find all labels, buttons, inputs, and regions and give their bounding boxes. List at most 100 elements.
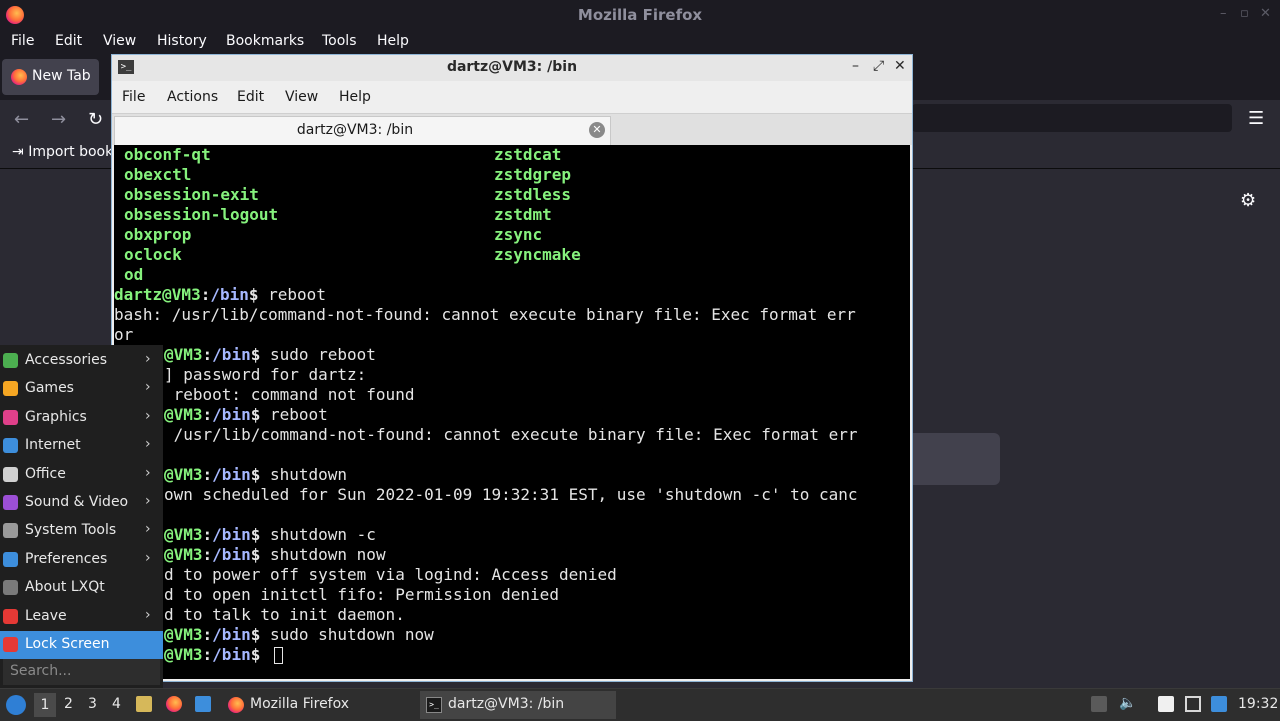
tray-arrow-icon[interactable] [1091, 696, 1107, 712]
menu-item-lock-screen[interactable]: Lock Screen [0, 631, 163, 659]
firefox-menubar: File Edit View History Bookmarks Tools H… [0, 30, 1280, 54]
close-icon[interactable]: ✕ [894, 58, 906, 74]
terminal-menu-help[interactable]: Help [339, 89, 371, 105]
close-tab-icon[interactable]: ✕ [589, 122, 605, 138]
sound-video-icon [3, 495, 18, 510]
menu-item-office[interactable]: Office › [0, 461, 163, 489]
menu-item-label: Accessories [25, 352, 108, 368]
terminal-menu-view[interactable]: View [285, 89, 318, 105]
terminal-menu-actions[interactable]: Actions [167, 89, 218, 105]
prompt-user: @VM3 [164, 525, 203, 544]
prompt-command: sudo shutdown now [260, 625, 434, 644]
taskbar-task-firefox[interactable]: Mozilla Firefox [222, 691, 412, 719]
prompt-command: reboot [260, 405, 328, 424]
menu-item-preferences[interactable]: Preferences › [0, 546, 163, 574]
maximize-icon[interactable]: ▫ [1240, 6, 1249, 21]
chevron-right-icon: › [145, 606, 151, 623]
menu-file[interactable]: File [11, 33, 34, 49]
prompt-line: @VM3:/bin$ sudo shutdown now [164, 625, 434, 644]
chevron-right-icon: › [145, 549, 151, 566]
import-bookmarks-button[interactable]: ⇥ Import book [12, 144, 113, 160]
tab-new-tab[interactable]: New Tab [2, 59, 99, 95]
file-manager-icon[interactable] [136, 696, 152, 712]
file-list-item: obsession-logout [124, 205, 279, 224]
menu-item-sound-video[interactable]: Sound & Video › [0, 489, 163, 517]
forward-icon[interactable]: → [51, 109, 66, 130]
menu-item-system-tools[interactable]: System Tools › [0, 517, 163, 545]
terminal-menu-file[interactable]: File [122, 89, 145, 105]
terminal-output[interactable]: obconf-qt zstdcat obexctl zstdgrep obsession… [114, 145, 910, 679]
workspace-2[interactable]: 2 [64, 696, 73, 712]
menu-item-label: Leave [25, 607, 67, 624]
prompt-path: /bin [212, 625, 251, 644]
file-list-item: zsync [494, 225, 543, 244]
reload-icon[interactable]: ↻ [88, 109, 103, 130]
output-line: d to open initctl fifo: Permission denie… [164, 585, 559, 604]
update-notifier-icon[interactable] [1211, 696, 1227, 712]
menu-item-label: Games [25, 380, 74, 397]
menu-view[interactable]: View [103, 33, 136, 49]
file-list-item: obxprop [124, 225, 192, 244]
output-line: bash: /usr/lib/command-not-found: cannot… [114, 305, 856, 324]
output-line: /usr/lib/command-not-found: cannot execu… [164, 425, 858, 444]
menu-item-about-lxqt[interactable]: About LXQt [0, 574, 163, 602]
url-bar[interactable] [912, 104, 1232, 132]
newtab-search-box[interactable] [900, 433, 1000, 485]
terminal-tab-label: dartz@VM3: /bin [296, 122, 414, 138]
prompt-user: @VM3 [164, 345, 203, 364]
chevron-right-icon: › [145, 493, 151, 509]
terminal-tab[interactable]: dartz@VM3: /bin ✕ [114, 116, 611, 145]
hamburger-menu-icon[interactable]: ☰ [1248, 108, 1264, 129]
clock[interactable]: 19:32 [1238, 696, 1278, 712]
minimize-icon[interactable]: – [1220, 6, 1227, 21]
gear-icon[interactable]: ⚙ [1240, 190, 1256, 211]
prompt-user: @VM3 [164, 545, 203, 564]
menu-bookmarks[interactable]: Bookmarks [226, 33, 304, 49]
menu-item-games[interactable]: Games › [0, 375, 163, 403]
games-icon [3, 381, 18, 397]
workspace-4[interactable]: 4 [112, 696, 121, 712]
menu-search-input[interactable]: Search... [3, 659, 160, 685]
minimize-icon[interactable]: – [852, 58, 859, 74]
network-icon[interactable] [1185, 696, 1201, 712]
terminal-cursor [274, 647, 283, 664]
terminal-tabbar: dartz@VM3: /bin ✕ [112, 113, 912, 145]
workspace-3[interactable]: 3 [88, 696, 97, 712]
prompt-command: reboot [258, 285, 326, 304]
prompt-line: @VM3:/bin$ shutdown -c [164, 525, 376, 544]
menu-tools[interactable]: Tools [322, 33, 357, 49]
menu-edit[interactable]: Edit [55, 33, 82, 49]
menu-item-accessories[interactable]: Accessories › [0, 347, 163, 375]
output-line: own scheduled for Sun 2022-01-09 19:32:3… [164, 485, 858, 504]
firefox-icon [11, 69, 27, 85]
menu-item-label: Office [25, 465, 66, 482]
close-icon[interactable]: ✕ [1260, 6, 1271, 21]
chevron-right-icon: › [145, 351, 151, 367]
back-icon[interactable]: ← [14, 109, 29, 130]
start-menu-button[interactable] [6, 695, 26, 715]
prompt-line: @VM3:/bin$ sudo reboot [164, 345, 376, 364]
taskbar-task-terminal[interactable]: >_ dartz@VM3: /bin [420, 691, 616, 719]
show-desktop-icon[interactable] [195, 696, 211, 712]
terminal-menu-edit[interactable]: Edit [237, 89, 264, 105]
workspace-1[interactable]: 1 [34, 693, 56, 717]
file-list-item: zstdless [494, 185, 572, 204]
terminal-icon: >_ [426, 697, 442, 713]
firefox-launcher-icon[interactable] [166, 696, 182, 712]
prompt-user: @VM3 [164, 405, 203, 424]
menu-item-internet[interactable]: Internet › [0, 432, 163, 460]
preferences-icon [3, 551, 18, 567]
menu-item-leave[interactable]: Leave › [0, 603, 163, 631]
import-bookmarks-label: Import book [28, 144, 114, 160]
file-list-item: oclock [124, 245, 182, 264]
menu-item-graphics[interactable]: Graphics › [0, 404, 163, 432]
terminal-menubar: File Actions Edit View Help [112, 81, 912, 113]
firefox-window-title: Mozilla Firefox [577, 6, 703, 24]
restore-icon[interactable]: ⤢ [873, 58, 884, 74]
menu-history[interactable]: History [157, 33, 207, 49]
chevron-right-icon: › [145, 407, 151, 424]
menu-help[interactable]: Help [377, 33, 409, 49]
prompt-line: @VM3:/bin$ shutdown now [164, 545, 386, 564]
clipboard-icon[interactable] [1158, 696, 1174, 712]
volume-icon[interactable]: 🔈 [1119, 695, 1136, 711]
